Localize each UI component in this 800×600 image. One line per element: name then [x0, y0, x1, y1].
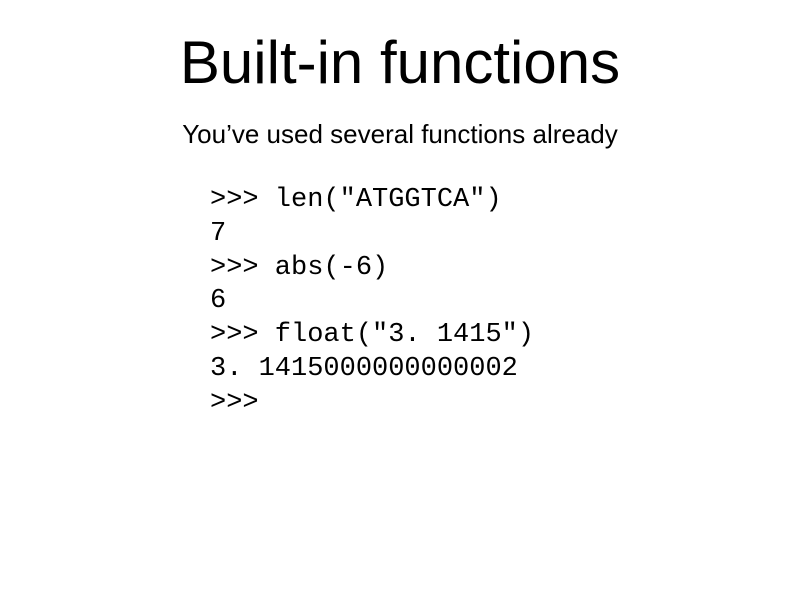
code-line: >>> len("ATGGTCA")	[210, 185, 502, 215]
code-block: >>> len("ATGGTCA") 7 >>> abs(-6) 6 >>> f…	[210, 184, 800, 420]
slide: Built-in functions You’ve used several f…	[0, 0, 800, 600]
code-line: >>> abs(-6)	[210, 253, 388, 283]
slide-subtitle: You’ve used several functions already	[0, 97, 800, 150]
code-line: 7	[210, 219, 226, 249]
code-line: 6	[210, 286, 226, 316]
code-line: 3. 1415000000000002	[210, 354, 518, 384]
slide-title: Built-in functions	[0, 0, 800, 97]
code-line: >>>	[210, 388, 275, 418]
code-line: >>> float("3. 1415")	[210, 320, 534, 350]
